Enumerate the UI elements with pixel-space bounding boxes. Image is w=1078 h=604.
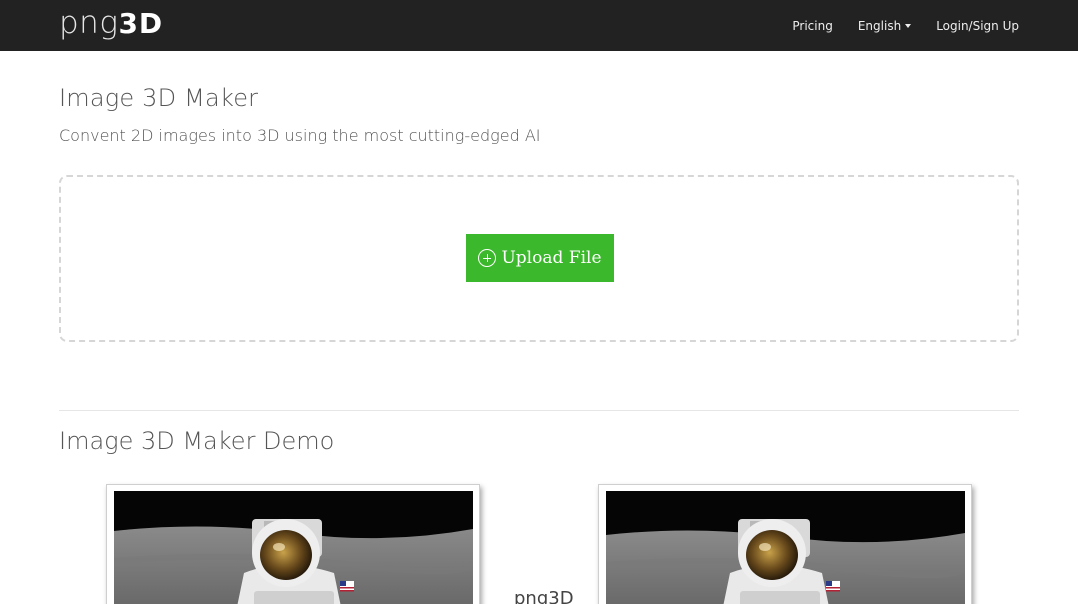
- brand-logo-light: png: [59, 5, 119, 41]
- nav-pricing-link[interactable]: Pricing: [792, 19, 832, 33]
- nav-links: Pricing English Login/Sign Up: [792, 0, 1019, 51]
- demo-title: Image 3D Maker Demo: [59, 427, 335, 455]
- page-title: Image 3D Maker: [59, 84, 259, 112]
- language-dropdown[interactable]: English: [857, 18, 912, 33]
- demo-original-frame: [106, 484, 480, 604]
- top-navbar: png 3D Pricing English Login/Sign Up: [0, 0, 1078, 51]
- demo-3d-image: [606, 491, 965, 604]
- upload-dropzone[interactable]: Upload File: [59, 175, 1019, 342]
- demo-3d-frame: [598, 484, 972, 604]
- page-subtitle: Convent 2D images into 3D using the most…: [59, 126, 541, 145]
- demo-original-image: [114, 491, 473, 604]
- nav-login-link[interactable]: Login/Sign Up: [936, 19, 1019, 33]
- upload-file-button[interactable]: Upload File: [466, 234, 614, 282]
- language-label: English: [857, 18, 902, 33]
- brand-logo[interactable]: png 3D: [59, 5, 163, 45]
- demo-between-label: png3D: [514, 588, 574, 604]
- upload-file-label: Upload File: [501, 248, 602, 268]
- plus-circle-icon: [478, 249, 497, 267]
- caret-down-icon: [905, 23, 912, 28]
- brand-logo-bold: 3D: [118, 7, 164, 40]
- section-divider: [59, 410, 1019, 411]
